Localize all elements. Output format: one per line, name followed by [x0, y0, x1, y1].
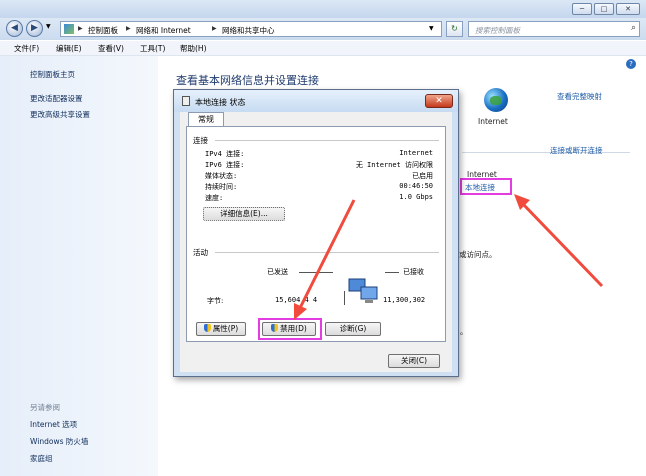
annotation-arrows	[294, 194, 604, 320]
arrow-to-disable-button	[294, 199, 356, 320]
arrow-to-local-connection	[514, 194, 604, 288]
